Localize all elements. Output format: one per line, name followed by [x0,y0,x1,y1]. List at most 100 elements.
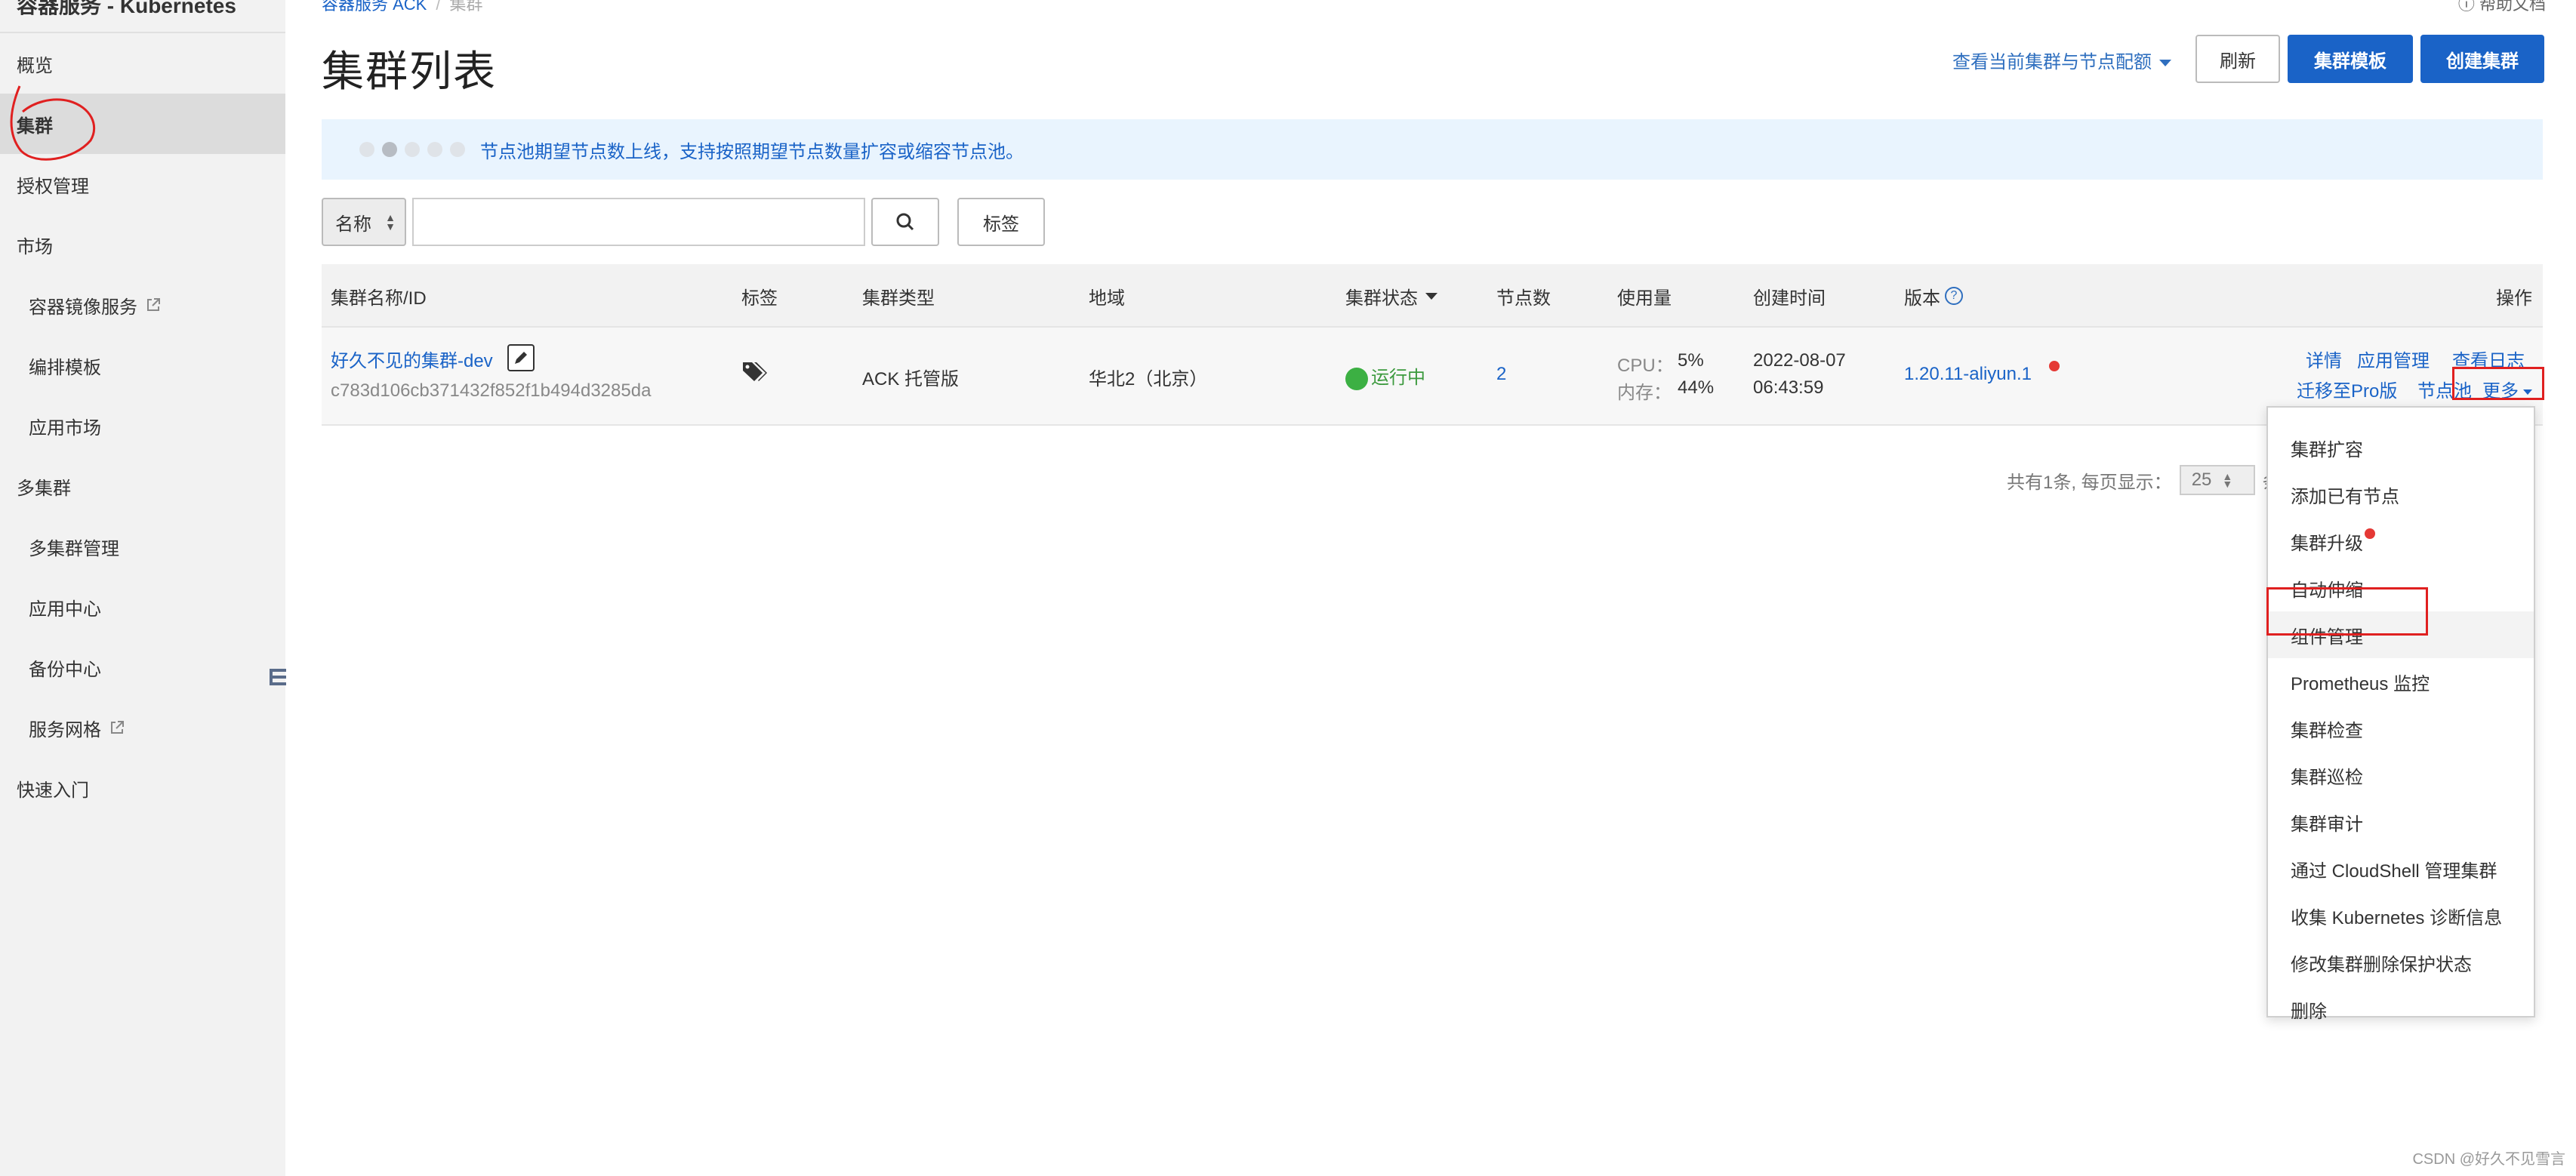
sidebar-item-label: 容器镜像服务 [29,297,137,318]
created-date: 2022-08-07 [1753,350,1846,371]
caret-down-icon [2523,389,2532,396]
breadcrumb: 容器服务 ACK / 集群 [322,0,483,15]
external-link-icon [111,721,124,734]
sidebar-item-app-market[interactable]: 应用市场 [0,396,285,456]
create-cluster-button[interactable]: 创建集群 [2420,35,2544,83]
sort-caret-icon [1425,292,1437,300]
carousel-dot-active[interactable] [382,142,397,157]
node-pool-link[interactable]: 节点池 [2417,376,2472,402]
column-header-name: 集群名称/ID [331,288,427,309]
column-header-nodes: 节点数 [1496,288,1551,309]
upgrade-available-badge [2049,361,2060,371]
edit-icon[interactable] [507,344,535,371]
menu-item-cluster-check[interactable]: 集群检查 [2268,705,2534,752]
filter-field-value: 名称 [335,214,371,235]
column-header-usage: 使用量 [1617,288,1672,309]
app-management-link[interactable]: 应用管理 [2357,346,2430,372]
menu-item-deletion-protection[interactable]: 修改集群删除保护状态 [2268,939,2534,986]
column-header-version-label: 版本 [1904,288,1940,309]
sidebar-item-label: 集群 [17,115,53,137]
more-actions-dropdown[interactable]: 更多 [2482,376,2532,402]
sidebar-item-backup-center[interactable]: 备份中心 [0,637,285,697]
refresh-button[interactable]: 刷新 [2195,35,2280,83]
sidebar-title: 容器服务 - Kubernetes [17,0,236,17]
menu-item-collect-diagnostics[interactable]: 收集 Kubernetes 诊断信息 [2268,892,2534,939]
sidebar-item-marketplace[interactable]: 市场 [0,214,285,275]
sidebar-item-app-center[interactable]: 应用中心 [0,577,285,637]
view-quota-dropdown[interactable]: 查看当前集群与节点配额 [1952,47,2171,73]
more-actions-menu: 集群扩容 添加已有节点 集群升级 自动伸缩 组件管理 Prometheus 监控… [2266,406,2535,1022]
cluster-name-link[interactable]: 好久不见的集群-dev [331,346,493,372]
sidebar-item-multi-cluster[interactable]: 多集群 [0,456,285,516]
menu-item-delete[interactable]: 删除 [2268,986,2534,1033]
menu-item-addon-management[interactable]: 组件管理 [2268,611,2534,658]
sidebar-item-label: 快速入门 [17,780,89,801]
column-header-region: 地域 [1089,288,1125,309]
tag-filter-button[interactable]: 标签 [957,198,1045,246]
search-input[interactable] [412,198,865,246]
menu-item-add-existing-node[interactable]: 添加已有节点 [2268,471,2534,518]
column-header-status-label: 集群状态 [1345,288,1418,309]
sidebar-item-orchestration-templates[interactable]: 编排模板 [0,335,285,396]
carousel-dot[interactable] [450,142,465,157]
collapse-sidebar-icon[interactable] [268,666,288,688]
menu-item-cluster-inspection[interactable]: 集群巡检 [2268,752,2534,799]
version-link[interactable]: 1.20.11-aliyun.1 [1904,364,2032,385]
notice-text[interactable]: 节点池期望节点数上线，支持按照期望节点数量扩容或缩容节点池。 [480,137,1024,163]
select-arrows-icon: ▲ ▼ [2222,470,2233,490]
column-header-created: 创建时间 [1753,288,1826,309]
sidebar-item-label: 多集群管理 [29,538,119,559]
column-header-type: 集群类型 [862,288,935,309]
menu-item-upgrade[interactable]: 集群升级 [2268,518,2534,565]
menu-item-prometheus[interactable]: Prometheus 监控 [2268,658,2534,705]
pagination: 共有1条, 每页显示： 25▲▼ 条 [2007,465,2281,495]
breadcrumb-separator: / [436,0,441,14]
menu-item-scale-out[interactable]: 集群扩容 [2268,424,2534,471]
sidebar-item-service-mesh[interactable]: 服务网格 [0,697,285,758]
view-quota-label: 查看当前集群与节点配额 [1952,52,2152,72]
help-question-icon[interactable]: ? [1945,287,1963,305]
memory-usage-value: 44% [1678,377,1715,398]
cluster-template-button[interactable]: 集群模板 [2288,35,2413,83]
cluster-region: 华北2（北京） [1089,369,1208,389]
sidebar-item-overview[interactable]: 概览 [0,33,285,94]
filter-field-select[interactable]: 名称 ▲ ▼ [322,198,406,246]
sidebar-item-label: 概览 [17,55,53,76]
menu-item-upgrade-label: 集群升级 [2291,533,2363,554]
page-size-value: 25 [2191,469,2212,490]
menu-item-cloudshell[interactable]: 通过 CloudShell 管理集群 [2268,845,2534,892]
carousel-dot[interactable] [405,142,420,157]
sidebar-item-authorization[interactable]: 授权管理 [0,154,285,214]
notice-banner: 节点池期望节点数上线，支持按照期望节点数量扩容或缩容节点池。 [322,119,2543,180]
page-size-select[interactable]: 25 ▲ ▼ [2179,465,2255,495]
cluster-id: c783d106cb371432f852f1b494d3285da [331,380,652,401]
menu-item-autoscaling[interactable]: 自动伸缩 [2268,565,2534,611]
sidebar-item-container-registry[interactable]: 容器镜像服务 [0,275,285,335]
migrate-to-pro-link[interactable]: 迁移至Pro版 [2297,376,2397,402]
select-arrows-icon: ▲ ▼ [385,211,396,232]
info-icon: ⓘ [2457,0,2479,14]
pagination-total: 共有1条, 每页显示： [2007,472,2172,493]
node-count-link[interactable]: 2 [1496,364,1506,385]
carousel-dot[interactable] [359,142,374,157]
table-row: 好久不见的集群-dev c783d106cb371432f852f1b494d3… [322,328,2543,426]
breadcrumb-item-ack[interactable]: 容器服务 ACK [322,0,427,14]
view-logs-link[interactable]: 查看日志 [2452,346,2525,372]
column-header-status[interactable]: 集群状态 [1345,264,1437,328]
sidebar-item-clusters[interactable]: 集群 [0,94,285,154]
table-header: 集群名称/ID 标签 集群类型 地域 集群状态 节点数 使用量 创建时间 版本?… [322,264,2543,328]
sidebar: 容器服务 - Kubernetes 概览 集群 授权管理 市场 容器镜像服务 编… [0,0,285,1176]
tags-icon[interactable] [741,361,767,383]
sidebar-item-quick-start[interactable]: 快速入门 [0,758,285,818]
carousel-dot[interactable] [427,142,442,157]
carousel-dots [359,142,465,157]
external-link-icon [147,298,160,311]
search-button[interactable] [871,198,939,246]
running-status-icon [1345,367,1368,390]
column-header-actions: 操作 [2496,288,2532,309]
sidebar-item-label: 编排模板 [29,357,101,378]
help-docs-link[interactable]: ⓘ 帮助文档 [2458,0,2546,15]
menu-item-cluster-audit[interactable]: 集群审计 [2268,799,2534,845]
detail-link[interactable]: 详情 [2306,346,2342,372]
sidebar-item-multi-cluster-management[interactable]: 多集群管理 [0,516,285,577]
